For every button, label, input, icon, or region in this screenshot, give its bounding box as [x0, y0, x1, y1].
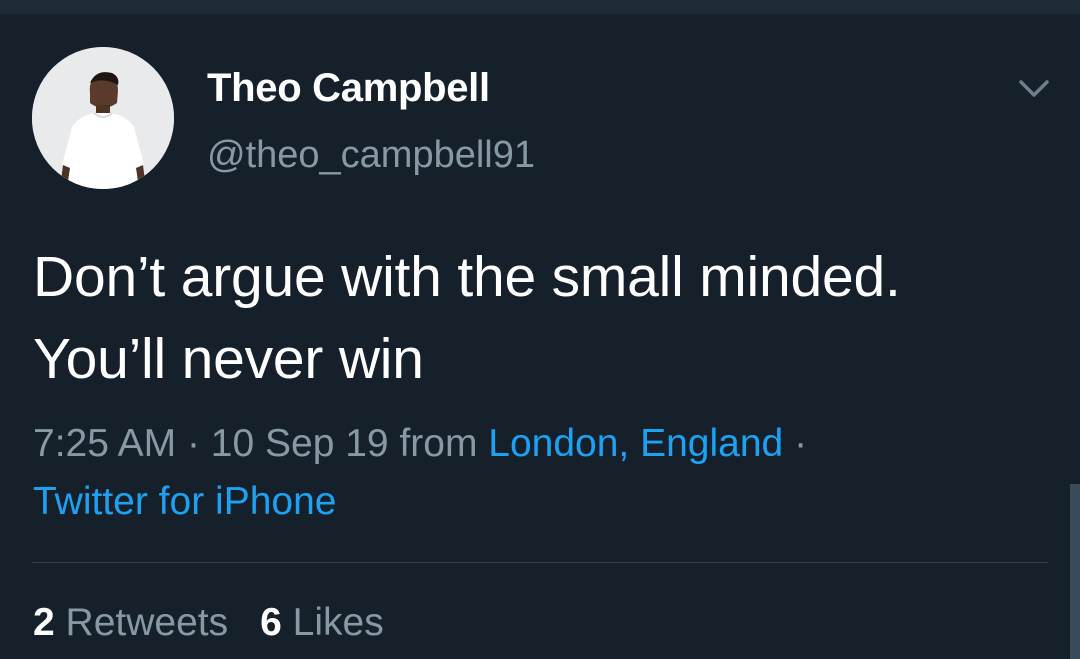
source-link[interactable]: Twitter for iPhone	[33, 480, 336, 523]
meta-separator: ·	[794, 422, 808, 465]
retweets-stat[interactable]: 2 Retweets	[33, 598, 228, 648]
retweets-label: Retweets	[65, 601, 229, 644]
meta-separator: ·	[186, 422, 200, 465]
author-handle[interactable]: @theo_campbell91	[207, 132, 535, 178]
divider	[32, 562, 1048, 563]
location-link[interactable]: London, England	[488, 422, 783, 465]
top-bar-edge	[0, 0, 1080, 14]
likes-stat[interactable]: 6 Likes	[260, 598, 384, 648]
avatar[interactable]	[32, 47, 174, 189]
author-display-name[interactable]: Theo Campbell	[207, 64, 490, 112]
tweet-stats: 2 Retweets 6 Likes	[33, 598, 384, 648]
chevron-down-icon[interactable]	[1012, 66, 1056, 110]
tweet-meta: 7:25 AM · 10 Sep 19 from London, England…	[33, 415, 1063, 531]
retweets-count: 2	[33, 601, 55, 644]
tweet-text-line-1: Don’t argue with the small minded.	[33, 245, 901, 309]
from-label: from	[399, 422, 478, 465]
avatar-photo	[32, 47, 174, 189]
tweet-date: 10 Sep 19	[210, 422, 389, 465]
tweet-text-line-2: You’ll never win	[33, 327, 424, 391]
tweet-text: Don’t argue with the small minded. You’l…	[33, 236, 1063, 400]
likes-label: Likes	[292, 601, 384, 644]
tweet-time: 7:25 AM	[33, 422, 177, 465]
scrollbar[interactable]	[1070, 484, 1080, 659]
likes-count: 6	[260, 601, 282, 644]
